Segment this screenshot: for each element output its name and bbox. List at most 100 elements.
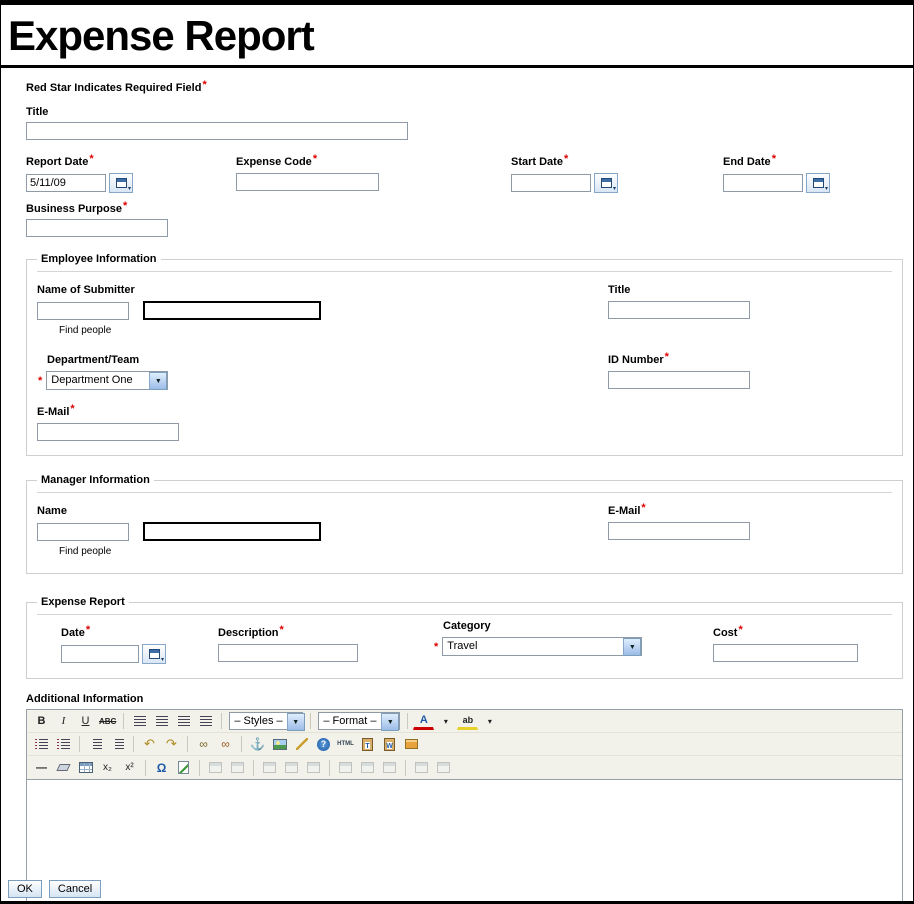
category-required-star: * bbox=[434, 641, 438, 653]
paste-as-text-button[interactable]: T bbox=[357, 735, 378, 754]
submitter-name-input[interactable] bbox=[37, 302, 129, 320]
redo-button[interactable]: ↷ bbox=[161, 735, 182, 754]
outdent-button[interactable] bbox=[85, 735, 106, 754]
chevron-down-icon: ▾ bbox=[488, 717, 492, 726]
highlight-dropdown-button[interactable]: ▾ bbox=[479, 712, 500, 731]
cost-label: Cost* bbox=[713, 627, 743, 639]
text-color-button[interactable]: A bbox=[413, 712, 434, 730]
calendar-icon bbox=[116, 178, 127, 188]
id-number-input[interactable] bbox=[608, 371, 750, 389]
submitter-name-reader-field[interactable] bbox=[143, 301, 321, 320]
justify-button[interactable] bbox=[195, 712, 216, 731]
cost-input[interactable] bbox=[713, 644, 858, 662]
expense-date-input[interactable] bbox=[61, 645, 139, 663]
align-left-button[interactable] bbox=[129, 712, 150, 731]
manager-name-reader-field[interactable] bbox=[143, 522, 321, 541]
find-people-link[interactable]: Find people bbox=[59, 325, 111, 336]
toolbar-separator bbox=[133, 736, 134, 752]
manager-information-section: Manager Information Name Find people E-M… bbox=[26, 474, 903, 574]
expense-code-input[interactable] bbox=[236, 173, 379, 191]
department-select[interactable]: Department One ▼ bbox=[46, 371, 168, 390]
editor-toolbar-row-2: ↶ ↷ ∞ ∞ ⚓ ? HTML T W bbox=[27, 733, 902, 756]
horizontal-rule-button[interactable]: — bbox=[31, 758, 52, 777]
split-cell-button bbox=[433, 758, 454, 777]
insert-row-after-button bbox=[281, 758, 302, 777]
report-date-label: Report Date* bbox=[26, 156, 94, 168]
undo-button[interactable]: ↶ bbox=[139, 735, 160, 754]
title-input[interactable] bbox=[26, 122, 408, 140]
insert-image-button[interactable] bbox=[269, 735, 290, 754]
end-date-input[interactable] bbox=[723, 174, 803, 192]
manager-name-input[interactable] bbox=[37, 523, 129, 541]
package-icon bbox=[405, 739, 418, 749]
cancel-button[interactable]: Cancel bbox=[49, 880, 101, 898]
employee-title-input[interactable] bbox=[608, 301, 750, 319]
remove-link-button[interactable]: ∞ bbox=[215, 735, 236, 754]
eraser-button[interactable] bbox=[53, 758, 74, 777]
calendar-icon bbox=[601, 178, 612, 188]
toolbar-separator bbox=[187, 736, 188, 752]
toolbar-separator bbox=[145, 760, 146, 776]
expense-report-page: Expense Report Red Star Indicates Requir… bbox=[0, 0, 914, 904]
find-people-link[interactable]: Find people bbox=[59, 546, 111, 557]
align-center-button[interactable] bbox=[151, 712, 172, 731]
section-rule bbox=[37, 614, 892, 615]
start-date-label: Start Date* bbox=[511, 156, 568, 168]
business-purpose-input[interactable] bbox=[26, 219, 168, 237]
required-note: Red Star Indicates Required Field* bbox=[26, 82, 903, 94]
required-star: * bbox=[202, 79, 206, 91]
insert-link-button[interactable]: ∞ bbox=[193, 735, 214, 754]
delete-column-button bbox=[379, 758, 400, 777]
end-date-picker-button[interactable]: ▾ bbox=[806, 173, 830, 193]
indent-button[interactable] bbox=[107, 735, 128, 754]
bullet-list-icon bbox=[57, 739, 70, 749]
anchor-button[interactable]: ⚓ bbox=[247, 735, 268, 754]
html-source-button[interactable]: HTML bbox=[335, 735, 356, 754]
bullet-list-button[interactable] bbox=[53, 735, 74, 754]
superscript-button[interactable]: x² bbox=[119, 758, 140, 777]
manager-email-label: E-Mail* bbox=[608, 505, 646, 517]
align-left-icon bbox=[134, 716, 146, 726]
text-color-dropdown-button[interactable]: ▾ bbox=[435, 712, 456, 731]
special-character-button[interactable]: Ω bbox=[151, 758, 172, 777]
business-purpose-label: Business Purpose* bbox=[26, 203, 903, 215]
table-split-icon bbox=[437, 762, 450, 773]
styles-select[interactable]: – Styles – ▼ bbox=[229, 712, 303, 730]
chevron-down-icon: ▾ bbox=[444, 717, 448, 726]
start-date-input[interactable] bbox=[511, 174, 591, 192]
link-entry-button[interactable] bbox=[401, 735, 422, 754]
align-right-button[interactable] bbox=[173, 712, 194, 731]
bold-button[interactable]: B bbox=[31, 712, 52, 731]
employee-email-input[interactable] bbox=[37, 423, 179, 441]
expense-report-legend: Expense Report bbox=[37, 596, 129, 608]
help-button[interactable]: ? bbox=[313, 735, 334, 754]
manager-email-input[interactable] bbox=[608, 522, 750, 540]
underline-button[interactable]: U bbox=[75, 712, 96, 731]
editor-toolbar-row-3: — x₂ x² Ω bbox=[27, 756, 902, 779]
format-select[interactable]: – Format – ▼ bbox=[318, 712, 400, 730]
ok-button[interactable]: OK bbox=[8, 880, 42, 898]
strikethrough-button[interactable]: ABC bbox=[97, 712, 118, 731]
expense-date-picker-button[interactable]: ▾ bbox=[142, 644, 166, 664]
paste-from-word-button[interactable]: W bbox=[379, 735, 400, 754]
chevron-down-icon: ▼ bbox=[149, 372, 167, 390]
numbered-list-button[interactable] bbox=[31, 735, 52, 754]
description-input[interactable] bbox=[218, 644, 358, 662]
highlight-color-button[interactable]: ab bbox=[457, 712, 478, 730]
insert-table-button[interactable] bbox=[75, 758, 96, 777]
toolbar-separator bbox=[329, 760, 330, 776]
report-date-picker-button[interactable]: ▾ bbox=[109, 173, 133, 193]
chevron-down-icon: ▼ bbox=[623, 638, 641, 656]
insert-column-after-button bbox=[357, 758, 378, 777]
toolbar-separator bbox=[199, 760, 200, 776]
remove-format-button[interactable] bbox=[291, 735, 312, 754]
italic-button[interactable]: I bbox=[53, 712, 74, 731]
start-date-picker-button[interactable]: ▾ bbox=[594, 173, 618, 193]
edit-source-button[interactable] bbox=[173, 758, 194, 777]
category-select[interactable]: Travel ▼ bbox=[442, 637, 642, 656]
chevron-down-icon: ▾ bbox=[825, 186, 828, 192]
report-date-input[interactable] bbox=[26, 174, 106, 192]
justify-icon bbox=[200, 716, 212, 726]
subscript-button[interactable]: x₂ bbox=[97, 758, 118, 777]
merge-cells-button bbox=[411, 758, 432, 777]
